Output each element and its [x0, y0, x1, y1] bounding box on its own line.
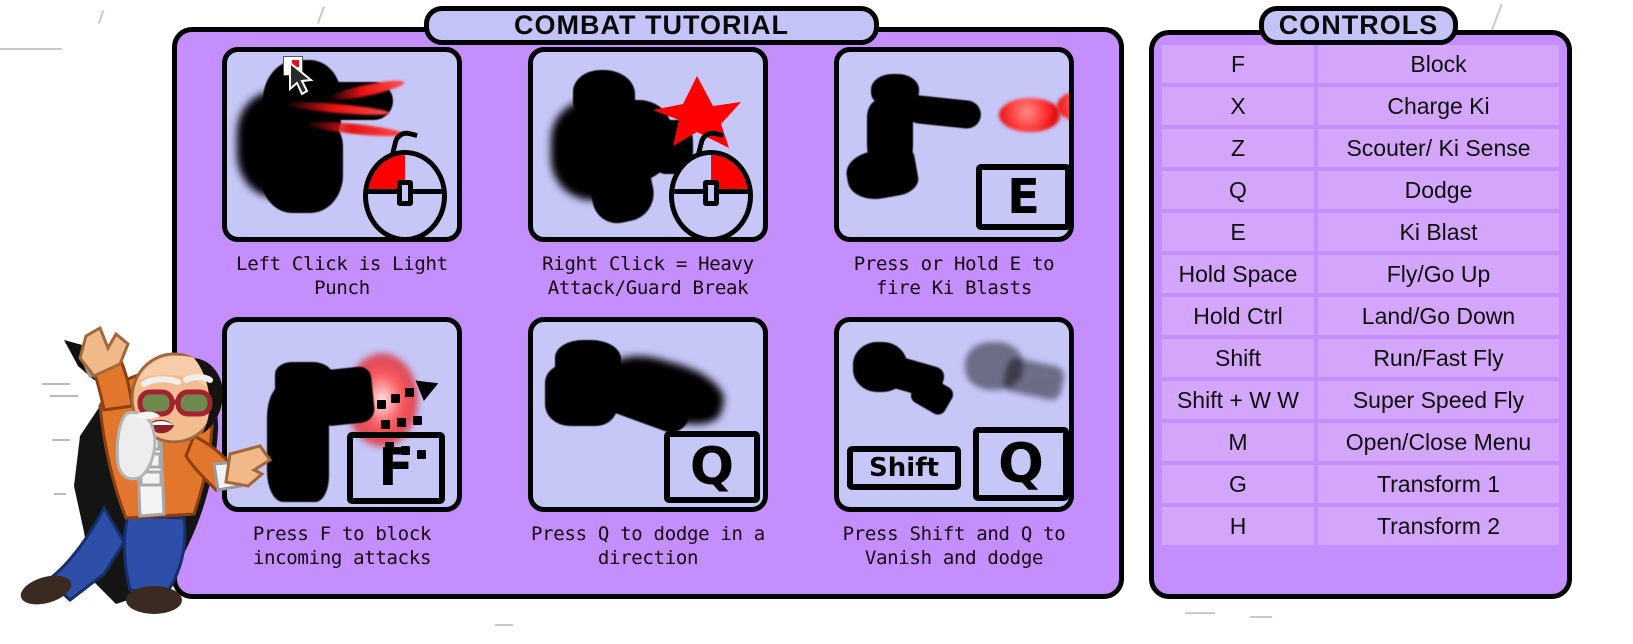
background-stroke	[0, 48, 62, 50]
tutorial-caption-light-punch: Left Click is Light Punch	[236, 253, 448, 300]
ki-blast-orb	[999, 98, 1061, 132]
key-hint-q2: Q	[973, 426, 1069, 501]
impact-star-icon	[653, 76, 741, 148]
controls-action-9: Open/Close Menu	[1318, 423, 1559, 461]
key-hint-q-label: Q	[689, 436, 735, 497]
controls-key-z: Z	[1162, 129, 1314, 167]
fighter-legs	[843, 144, 921, 204]
key-hint-f: F	[347, 431, 445, 504]
controls-action-0: Block	[1318, 45, 1559, 83]
fighter-torso	[261, 118, 343, 213]
tutorial-card-grid: Left Click is Light Punch Right Click = …	[177, 32, 1119, 594]
controls-key-hold-ctrl: Hold Ctrl	[1162, 297, 1314, 335]
controls-key-h: H	[1162, 507, 1314, 545]
fighter-guard-arm	[320, 365, 376, 426]
master-roshi-character	[20, 325, 273, 614]
mouse-left-click-icon	[363, 150, 447, 237]
impact-arrow-icon	[415, 372, 443, 401]
tutorial-card-vanish: Shift Q	[834, 316, 1074, 512]
controls-table: F Block X Charge Ki Z Scouter/ Ki Sense Q Dodge…	[1162, 45, 1559, 545]
controls-action-8: Super Speed Fly	[1318, 381, 1559, 419]
controls-row: F Block	[1162, 45, 1559, 83]
controls-action-10: Transform 1	[1318, 465, 1559, 503]
controls-action-4: Ki Blast	[1318, 213, 1559, 251]
mouse-wheel	[397, 179, 413, 206]
controls-row: G Transform 1	[1162, 465, 1559, 503]
controls-key-q: Q	[1162, 171, 1314, 209]
fighter-arm	[903, 94, 983, 130]
controls-row: Z Scouter/ Ki Sense	[1162, 129, 1559, 167]
tutorial-caption-vanish: Press Shift and Q to Vanish and dodge	[842, 522, 1066, 569]
tutorial-card-heavy-attack	[528, 47, 768, 242]
controls-title-tab: CONTROLS	[1259, 6, 1458, 45]
tutorial-caption-ki-blast: Press or Hold E to fire Ki Blasts	[853, 253, 1055, 300]
tutorial-cell-dodge: Q Press Q to dodge in a direction	[505, 316, 791, 587]
tutorial-cell-vanish: Shift Q Press Shift and Q to Vanish and …	[811, 316, 1097, 587]
mouse-wheel	[703, 179, 719, 206]
controls-action-3: Dodge	[1318, 171, 1559, 209]
fighter-vanish-afterimage	[1002, 355, 1066, 402]
background-stroke	[1185, 612, 1215, 614]
controls-key-f: F	[1162, 45, 1314, 83]
tutorial-cell-heavy-attack: Right Click = Heavy Attack/Guard Break	[505, 47, 791, 317]
tutorial-screen: COMBAT TUTORIAL Left Click is Light Punc…	[0, 0, 1633, 644]
controls-key-g: G	[1162, 465, 1314, 503]
key-hint-e-label: E	[1007, 169, 1040, 225]
tutorial-card-light-punch	[222, 47, 462, 242]
controls-action-1: Charge Ki	[1318, 87, 1559, 125]
controls-row: X Charge Ki	[1162, 87, 1559, 125]
key-hint-q: Q	[664, 430, 760, 503]
controls-row: Hold Space Fly/Go Up	[1162, 255, 1559, 293]
key-hint-shift: Shift	[847, 445, 961, 490]
controls-row: E Ki Blast	[1162, 213, 1559, 251]
controls-action-5: Fly/Go Up	[1318, 255, 1559, 293]
controls-action-11: Transform 2	[1318, 507, 1559, 545]
controls-title: CONTROLS	[1278, 10, 1439, 40]
key-hint-f-label: F	[378, 437, 414, 498]
tutorial-card-dodge: Q	[528, 316, 768, 512]
background-stroke	[1250, 616, 1272, 618]
controls-action-6: Land/Go Down	[1318, 297, 1559, 335]
combat-tutorial-title: COMBAT TUTORIAL	[514, 10, 789, 40]
key-hint-q2-label: Q	[998, 432, 1044, 495]
key-hint-e: E	[976, 164, 1069, 230]
key-hint-shift-label: Shift	[869, 452, 939, 483]
background-stroke	[97, 10, 105, 24]
tutorial-caption-dodge: Press Q to dodge in a direction	[531, 522, 765, 569]
combat-tutorial-title-tab: COMBAT TUTORIAL	[424, 6, 879, 45]
controls-row: Q Dodge	[1162, 171, 1559, 209]
controls-key-shift: Shift	[1162, 339, 1314, 377]
controls-row: Shift + W W Super Speed Fly	[1162, 381, 1559, 419]
background-stroke	[495, 624, 513, 626]
fighter-torso	[267, 383, 329, 502]
controls-row: M Open/Close Menu	[1162, 423, 1559, 461]
controls-panel: F Block X Charge Ki Z Scouter/ Ki Sense Q Dodge…	[1149, 30, 1572, 599]
controls-key-shift-w-w: Shift + W W	[1162, 381, 1314, 419]
controls-row: Shift Run/Fast Fly	[1162, 339, 1559, 377]
tutorial-cell-ki-blast: E Press or Hold E to fire Ki Blasts	[811, 47, 1097, 317]
controls-action-2: Scouter/ Ki Sense	[1318, 129, 1559, 167]
background-stroke	[316, 6, 326, 24]
controls-row: Hold Ctrl Land/Go Down	[1162, 297, 1559, 335]
tutorial-card-ki-blast: E	[834, 47, 1074, 242]
controls-action-7: Run/Fast Fly	[1318, 339, 1559, 377]
controls-key-hold-space: Hold Space	[1162, 255, 1314, 293]
mouse-right-click-icon	[669, 150, 753, 237]
controls-key-e: E	[1162, 213, 1314, 251]
tutorial-cell-light-punch: Left Click is Light Punch	[199, 47, 485, 317]
tutorial-caption-heavy-attack: Right Click = Heavy Attack/Guard Break	[542, 253, 754, 300]
cursor-arrow-icon	[289, 62, 314, 96]
controls-key-x: X	[1162, 87, 1314, 125]
controls-key-m: M	[1162, 423, 1314, 461]
combat-tutorial-panel: Left Click is Light Punch Right Click = …	[172, 27, 1124, 599]
controls-row: H Transform 2	[1162, 507, 1559, 545]
